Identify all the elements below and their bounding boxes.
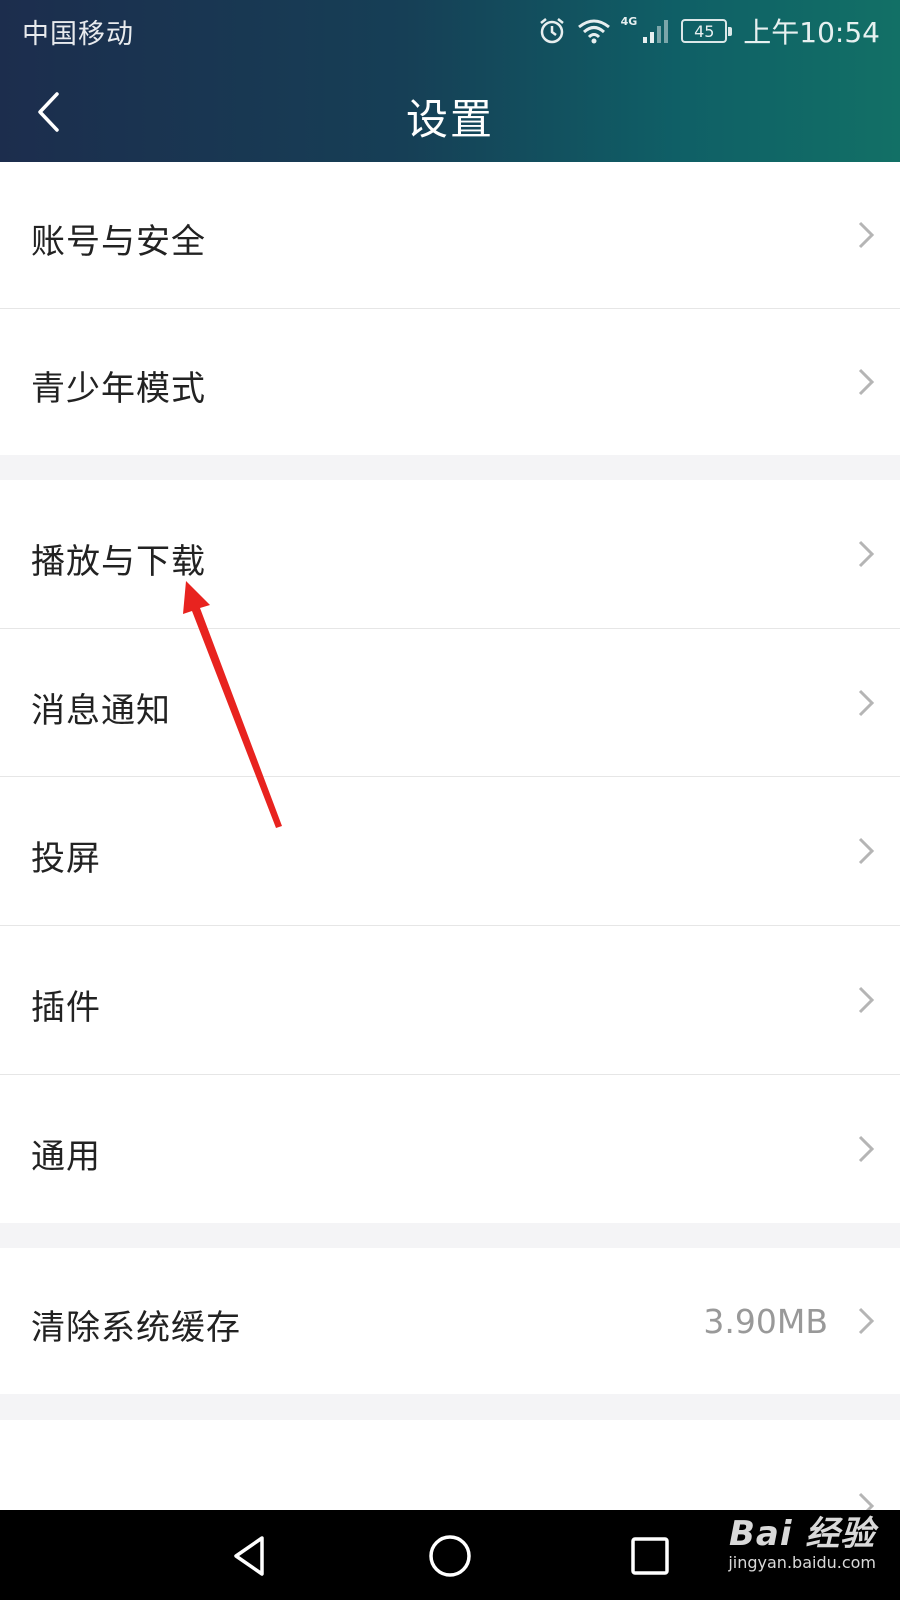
- triangle-back-icon: [234, 1536, 264, 1576]
- nav-home-button[interactable]: [420, 1528, 480, 1584]
- settings-item-screen-cast[interactable]: 投屏: [0, 777, 900, 925]
- battery-icon: 45: [681, 19, 733, 43]
- settings-item-notifications[interactable]: 消息通知: [0, 629, 900, 776]
- chevron-right-icon: [858, 986, 875, 1014]
- page-title: 设置: [405, 95, 494, 144]
- chevron-right-icon: [858, 540, 875, 568]
- settings-item-partial[interactable]: [0, 1420, 900, 1520]
- settings-item-general[interactable]: 通用: [0, 1075, 900, 1223]
- settings-item-label: 插件: [31, 988, 101, 1028]
- settings-item-account-security[interactable]: 账号与安全: [0, 162, 900, 308]
- alarm-icon: [539, 18, 564, 44]
- settings-item-label: 账号与安全: [31, 222, 206, 262]
- chevron-right-icon: [858, 368, 875, 396]
- baidu-jingyan-watermark: Bai 经验 jingyan.baidu.com: [728, 1506, 876, 1572]
- chevron-right-icon: [858, 221, 875, 249]
- settings-item-plugins[interactable]: 插件: [0, 926, 900, 1074]
- nav-recents-button[interactable]: [620, 1530, 680, 1582]
- settings-item-clear-cache[interactable]: 清除系统缓存 3.90MB: [0, 1248, 900, 1394]
- settings-item-label: 播放与下载: [31, 542, 206, 582]
- battery-level: 45: [694, 21, 715, 41]
- settings-item-label: 通用: [31, 1137, 101, 1177]
- circle-home-icon: [429, 1535, 471, 1577]
- chevron-right-icon: [858, 837, 875, 865]
- nav-back-button[interactable]: [222, 1530, 278, 1582]
- wifi-icon: [577, 19, 610, 44]
- settings-item-teen-mode[interactable]: 青少年模式: [0, 309, 900, 455]
- app-header: 中国移动 4G 45 上午10:54 设置: [0, 0, 900, 162]
- cache-size-value: 3.90MB: [703, 1302, 828, 1341]
- settings-item-playback-download[interactable]: 播放与下载: [0, 480, 900, 628]
- chevron-right-icon: [858, 1307, 875, 1335]
- status-bar: 中国移动 4G 45 上午10:54: [0, 0, 900, 62]
- watermark-url: jingyan.baidu.com: [728, 1553, 876, 1572]
- settings-item-label: 消息通知: [31, 691, 171, 731]
- network-type-label: 4G: [620, 14, 638, 28]
- status-icons: 4G 45 上午10:54: [537, 11, 880, 51]
- watermark-brand: Bai 经验: [728, 1514, 876, 1554]
- nav-bar: 设置: [0, 62, 900, 162]
- chevron-right-icon: [858, 1135, 875, 1163]
- settings-item-label: 投屏: [31, 839, 101, 879]
- chevron-right-icon: [858, 689, 875, 717]
- settings-item-label: 清除系统缓存: [31, 1308, 241, 1348]
- carrier-label: 中国移动: [22, 18, 134, 50]
- clock-time: 上午10:54: [743, 16, 880, 49]
- settings-item-label: 青少年模式: [31, 369, 206, 409]
- system-nav-bar: Bai 经验 jingyan.baidu.com: [0, 1510, 900, 1600]
- square-recents-icon: [631, 1537, 669, 1575]
- signal-icon: [643, 20, 669, 43]
